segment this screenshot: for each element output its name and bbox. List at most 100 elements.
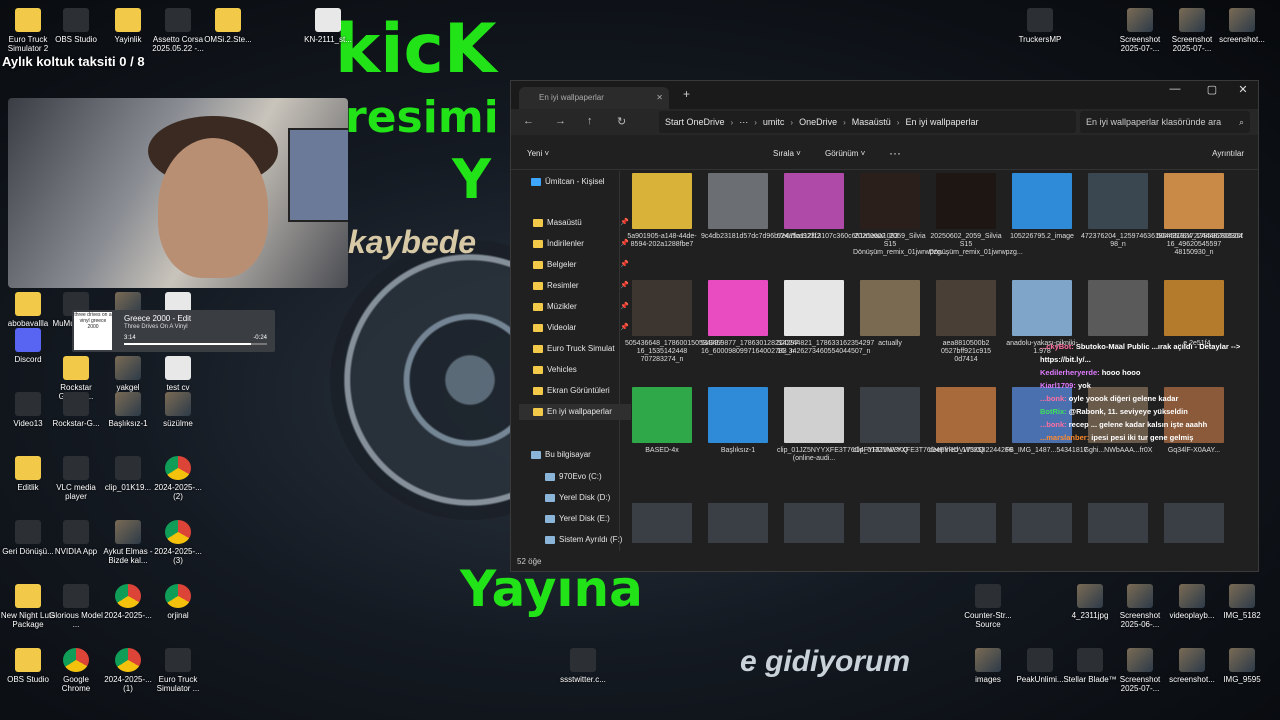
file-item[interactable]: aea8810500b2 0527bff921c915 0d7414 (929, 280, 1003, 364)
sidebar-item[interactable]: Vehicles (519, 362, 631, 378)
file-item[interactable]: ...e 2e51f4 (1157, 280, 1231, 348)
sidebar-item[interactable]: Masaüstü 📌 (519, 215, 631, 231)
desktop-icon-left-24[interactable]: Aykut Elmas - Bizde kal... (100, 520, 156, 565)
desktop-icon-right-12[interactable]: Screenshot 2025-07-... (1112, 648, 1168, 693)
desktop-icon-left-27[interactable]: Glorious Model ... (48, 584, 104, 629)
file-item[interactable]: ... (1081, 280, 1155, 348)
more-options-button[interactable]: ··· (889, 146, 901, 160)
desktop-icon-left-33[interactable]: Euro Truck Simulator ... (150, 648, 206, 693)
desktop-icon-left-17[interactable]: süzülme (150, 392, 206, 428)
file-item[interactable]: 524a5a112f13107c360c651a1eaa1093 (777, 173, 898, 241)
desktop-icon-left-19[interactable]: VLC media player (48, 456, 104, 501)
sidebar-item[interactable]: Bu bilgisayar (519, 447, 629, 463)
desktop-icon-left-2[interactable]: Yayinlik (100, 8, 156, 44)
breadcrumb-item[interactable]: Masaüstü (846, 111, 897, 133)
sidebar-item[interactable]: İndirilenler 📌 (519, 236, 631, 252)
sidebar-item[interactable]: Resimler 📌 (519, 278, 631, 294)
forward-icon[interactable]: → (555, 115, 566, 127)
close-window-icon[interactable]: ✕ (1227, 83, 1259, 96)
view-button[interactable]: Görünüm ˅ (825, 149, 865, 158)
desktop-icon-right-13[interactable]: screenshot... (1164, 648, 1220, 684)
desktop-icon-right-9[interactable]: images (960, 648, 1016, 684)
file-item[interactable]: actually (853, 280, 927, 348)
sort-button[interactable]: Sırala ˅ (773, 149, 801, 158)
refresh-icon[interactable]: ↻ (617, 115, 626, 128)
desktop-icon-right-6[interactable]: Screenshot 2025-06-... (1112, 584, 1168, 629)
file-item[interactable]: 472376204_125974636180455781722444828052… (1081, 173, 1243, 249)
desktop-icon-right-14[interactable]: IMG_9595 (1214, 648, 1270, 684)
search-input[interactable]: En iyi wallpaperlar klasöründe ara ⌕ (1080, 111, 1250, 133)
tab-close-icon[interactable]: ✕ (656, 87, 663, 109)
desktop-icon-left-29[interactable]: orjinal (150, 584, 206, 620)
file-thumbnail[interactable] (1088, 503, 1148, 543)
up-icon[interactable]: ↑ (587, 115, 593, 127)
desktop-icon-left-15[interactable]: Rockstar-G... (48, 392, 104, 428)
breadcrumb-item[interactable]: Start OneDrive (659, 111, 731, 133)
file-item[interactable]: 105226795.2_image (1005, 173, 1079, 241)
desktop-icon-left-3[interactable]: Assetto Corsa 2025.05.22 -... (150, 8, 206, 53)
desktop-icon-left-21[interactable]: 2024-2025-... (2) (150, 456, 206, 501)
desktop-icon-left-1[interactable]: OBS Studio (48, 8, 104, 44)
desktop-icon-left-20[interactable]: clip_01K19... (100, 456, 156, 492)
back-icon[interactable]: ← (523, 115, 534, 127)
file-item[interactable]: 5a901905-a148-44de-8594-202a1288fbe7 (625, 173, 699, 249)
file-thumbnail[interactable] (632, 503, 692, 543)
file-item[interactable]: deepfried_1752582244266 (929, 387, 1013, 455)
desktop-icon-right-10[interactable]: PeakUnlimi... (1012, 648, 1068, 684)
file-item[interactable]: 519459877_178630128214297 16_60009809971… (701, 280, 798, 356)
desktop-icon-right-11[interactable]: Stellar Blade™ (1062, 648, 1118, 684)
desktop-icon-right-0[interactable]: TruckersMP (1012, 8, 1068, 44)
sidebar-item[interactable]: Ekran Görüntüleri (519, 383, 631, 399)
file-thumbnail[interactable] (936, 503, 996, 543)
desktop-icon-right-1[interactable]: Screenshot 2025-07-... (1112, 8, 1168, 53)
breadcrumb-item[interactable]: En iyi wallpaperlar (899, 111, 984, 133)
file-thumbnail[interactable] (1012, 503, 1072, 543)
minimize-icon[interactable]: — (1159, 83, 1191, 95)
sidebar-item[interactable]: Müzikler 📌 (519, 299, 631, 315)
breadcrumb-item[interactable]: umitc (757, 111, 791, 133)
file-thumbnail[interactable] (1164, 503, 1224, 543)
desktop-icon-left-12[interactable]: yakgel (100, 356, 156, 392)
sidebar-item[interactable]: Ümitcan - Kişisel (519, 174, 629, 190)
desktop-icon-right-7[interactable]: videoplayb... (1164, 584, 1220, 620)
sidebar-item[interactable]: Belgeler 📌 (519, 257, 631, 273)
desktop-icon-left-13[interactable]: test cv (150, 356, 206, 392)
desktop-icon-left-4[interactable]: OMSi.2.Ste... (200, 8, 256, 44)
new-tab-icon[interactable]: + (683, 87, 690, 101)
desktop-icon-left-32[interactable]: 2024-2025-... (1) (100, 648, 156, 693)
details-button[interactable]: Ayrıntılar (1212, 149, 1244, 158)
file-item[interactable]: 520244821_178633162354297 16_34262734605… (777, 280, 874, 356)
music-widget[interactable]: three drives on a vinyl greece 2000 Gree… (72, 310, 275, 352)
file-item[interactable]: BASED-4x (625, 387, 699, 455)
file-thumbnail[interactable] (860, 503, 920, 543)
tab-en-iyi-wallpaperlar[interactable]: En iyi wallpaperlar ✕ (519, 87, 669, 109)
desktop-icon-left-31[interactable]: Google Chrome (48, 648, 104, 693)
file-item[interactable]: 505436648_178600150534297 16_1535142448 … (625, 280, 722, 364)
address-bar[interactable]: Start OneDrive › ··· › umitc › OneDrive › Masaüs… (659, 111, 1076, 133)
file-item[interactable]: 9c4db23181d57dc7d96b7e67fca923f2 (701, 173, 821, 241)
track-progress-bar[interactable] (124, 343, 267, 345)
file-thumbnail[interactable] (708, 503, 768, 543)
file-item[interactable]: Başlıksız-1 (701, 387, 775, 455)
file-thumbnail[interactable] (784, 503, 844, 543)
desktop-icon-right-5[interactable]: 4_2311jpg (1062, 584, 1118, 620)
desktop-icon-right-3[interactable]: screenshot... (1214, 8, 1270, 44)
file-item[interactable]: clip_01JZ5NYYXFE3T76D4FYRDVW3KQ (online-… (777, 387, 908, 463)
desktop-icon-left-23[interactable]: NVIDIA App (48, 520, 104, 556)
desktop-icon-left-16[interactable]: Başlıksız-1 (100, 392, 156, 428)
file-item[interactable]: 504431824_178596708304297 16_49620545597… (1157, 173, 1243, 257)
file-item[interactable]: 20250602_2059_Silvia S15 Dönüşüm_remix_0… (853, 173, 947, 257)
new-button[interactable]: Yeni ˅ (527, 149, 549, 158)
sidebar-item[interactable]: En iyi wallpaperlar (519, 404, 631, 420)
file-item[interactable]: 20250602_2059_Silvia S15 Dönüşüm_remix_0… (929, 173, 1023, 257)
desktop-icon-left-28[interactable]: 2024-2025-... (100, 584, 156, 620)
desktop-icon-right-8[interactable]: IMG_5182 (1214, 584, 1270, 620)
breadcrumb-item[interactable]: OneDrive (793, 111, 843, 133)
sidebar-item[interactable]: Euro Truck Simulat (519, 341, 631, 357)
desktop-icon-left-5[interactable]: KN-2111_st... (300, 8, 356, 44)
desktop-icon-right-2[interactable]: Screenshot 2025-07-... (1164, 8, 1220, 53)
sidebar-item[interactable]: Videolar 📌 (519, 320, 631, 336)
file-item[interactable]: clip_01JZ5NYYXFE3T76D4FYRDVW3KQ (853, 387, 984, 455)
breadcrumb-item[interactable]: ··· (733, 111, 754, 133)
desktop-icon-left-34[interactable]: ssstwitter.c... (555, 648, 611, 684)
